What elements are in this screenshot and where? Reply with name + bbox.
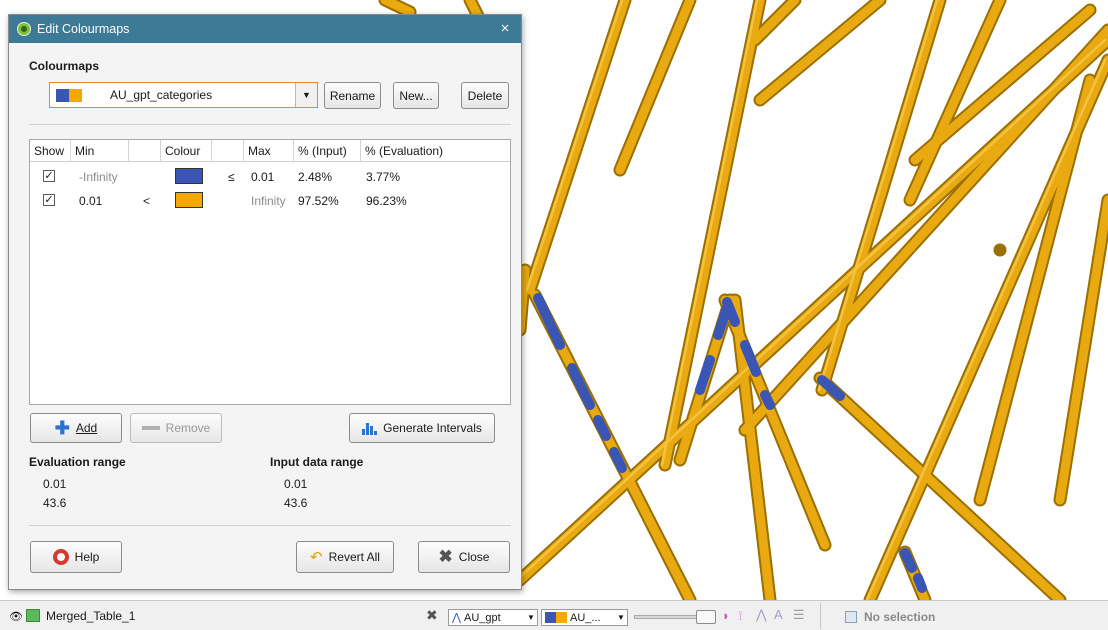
add-label: Add xyxy=(75,421,98,435)
show-checkbox[interactable]: ✓ xyxy=(43,194,55,206)
colour-swatch-icon xyxy=(545,612,556,623)
edit-colourmaps-dialog: Edit Colourmaps × Colourmaps AU_gpt_cate… xyxy=(8,14,522,590)
selected-colourmap: AU_gpt_categories xyxy=(110,88,213,102)
row-colour-swatch[interactable] xyxy=(175,192,203,208)
generate-intervals-button[interactable]: Generate Intervals xyxy=(349,413,495,443)
opacity-slider[interactable] xyxy=(634,610,716,624)
colourmap-table[interactable]: Show Min Colour Max % (Input) % (Evaluat… xyxy=(29,139,511,405)
tube-icon[interactable]: ⟟ xyxy=(738,608,743,624)
chevron-down-icon: ▼ xyxy=(617,613,625,622)
attribute-select[interactable]: ⋀ AU_gpt ▼ xyxy=(448,609,538,626)
slider-handle[interactable] xyxy=(696,610,716,624)
add-button[interactable]: ✚ Add xyxy=(30,413,122,443)
colourmap-mini-value: AU_... xyxy=(570,611,601,624)
evaluation-range-label: Evaluation range xyxy=(29,455,126,469)
row-max[interactable]: Infinity xyxy=(251,193,286,209)
col-max: Max xyxy=(244,140,294,162)
graph-icon[interactable]: ⋀ xyxy=(756,607,767,623)
evaluation-range-min: 0.01 xyxy=(43,477,67,491)
revert-arrow-icon: ↶ xyxy=(310,549,323,566)
col-min-op xyxy=(129,140,161,162)
histogram-icon xyxy=(362,421,378,435)
attribute-value: AU_gpt xyxy=(464,611,501,624)
eye-icon[interactable]: 👁 xyxy=(9,610,23,623)
close-x-icon: ✖ xyxy=(438,547,453,566)
row-max-op: ≤ xyxy=(228,170,235,184)
remove-label: Remove xyxy=(165,421,211,435)
row-min[interactable]: 0.01 xyxy=(79,193,102,209)
line-graph-icon: ⋀ xyxy=(452,612,462,624)
revert-all-button[interactable]: ↶ Revert All xyxy=(296,541,394,573)
lifebuoy-icon xyxy=(52,549,69,565)
row-pct-input: 2.48% xyxy=(298,170,333,184)
colourmap-select[interactable]: AU_gpt_categories ▼ xyxy=(49,82,318,108)
close-button[interactable]: ✖ Close xyxy=(418,541,510,573)
minus-icon xyxy=(141,426,160,430)
divider xyxy=(820,603,821,629)
input-data-range-label: Input data range xyxy=(270,455,364,469)
object-name: Merged_Table_1 xyxy=(46,609,136,623)
row-pct-eval: 96.23% xyxy=(366,194,407,208)
divider xyxy=(29,124,511,125)
show-checkbox[interactable]: ✓ xyxy=(43,170,55,182)
list-icon[interactable]: ☰ xyxy=(793,607,805,623)
col-show: Show xyxy=(30,140,71,162)
revert-label: Revert All xyxy=(328,550,380,564)
chevron-down-icon[interactable]: ▼ xyxy=(295,83,317,107)
text-icon[interactable]: A xyxy=(774,607,783,622)
delete-button[interactable]: Delete xyxy=(461,82,509,109)
clear-x-icon[interactable]: ✖ xyxy=(426,607,438,624)
divider xyxy=(29,525,511,526)
status-bar: 👁 Merged_Table_1 ✖ ⋀ AU_gpt ▼ AU_... ▼ ◗… xyxy=(0,600,1108,630)
light-icon[interactable]: ◗ xyxy=(722,608,730,623)
colourmap-mini-select[interactable]: AU_... ▼ xyxy=(541,609,628,626)
col-pct-input: % (Input) xyxy=(294,140,361,162)
high-colour-swatch-icon xyxy=(69,88,82,102)
chevron-down-icon: ▼ xyxy=(527,613,535,622)
row-pct-input: 97.52% xyxy=(298,194,339,208)
remove-button[interactable]: Remove xyxy=(130,413,222,443)
colour-swatch-icon xyxy=(556,612,567,623)
input-range-max: 43.6 xyxy=(284,496,308,510)
selection-icon xyxy=(845,611,857,623)
help-button[interactable]: Help xyxy=(30,541,122,573)
app-icon xyxy=(17,22,31,36)
generate-label: Generate Intervals xyxy=(383,421,482,435)
low-colour-swatch-icon xyxy=(56,88,69,102)
col-pct-eval: % (Evaluation) xyxy=(365,144,444,158)
dialog-title: Edit Colourmaps xyxy=(37,22,130,36)
rename-button[interactable]: Rename xyxy=(324,82,381,109)
dialog-titlebar: Edit Colourmaps × xyxy=(9,15,521,43)
plus-icon: ✚ xyxy=(54,418,70,438)
input-range-min: 0.01 xyxy=(284,477,308,491)
close-label: Close xyxy=(458,550,490,564)
row-min[interactable]: -Infinity xyxy=(79,169,118,185)
new-button[interactable]: New... xyxy=(393,82,439,109)
row-pct-eval: 3.77% xyxy=(366,170,401,184)
col-colour: Colour xyxy=(161,140,212,162)
help-label: Help xyxy=(74,550,100,564)
selection-status: No selection xyxy=(864,610,936,624)
table-icon xyxy=(26,609,40,622)
row-min-op: < xyxy=(143,194,151,208)
row-colour-swatch[interactable] xyxy=(175,168,203,184)
col-min: Min xyxy=(71,140,129,162)
col-max-op xyxy=(212,140,244,162)
colourmaps-heading: Colourmaps xyxy=(29,59,100,73)
row-max[interactable]: 0.01 xyxy=(251,169,274,185)
table-header: Show Min Colour Max % (Input) % (Evaluat… xyxy=(30,140,510,162)
evaluation-range-max: 43.6 xyxy=(43,496,67,510)
close-icon[interactable]: × xyxy=(495,19,515,39)
